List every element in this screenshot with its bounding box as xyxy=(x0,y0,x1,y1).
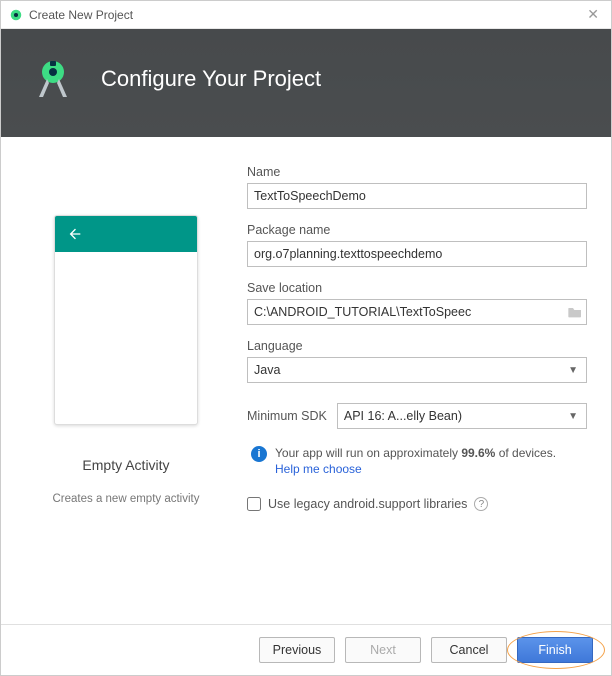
chevron-down-icon: ▼ xyxy=(568,411,578,422)
location-input[interactable] xyxy=(247,299,587,325)
browse-folder-icon[interactable] xyxy=(566,304,584,320)
banner: Configure Your Project xyxy=(1,29,611,137)
location-label: Save location xyxy=(247,281,587,295)
field-location: Save location xyxy=(247,281,587,325)
field-minsdk: Minimum SDK API 16: A...elly Bean) ▼ xyxy=(247,403,587,429)
language-value: Java xyxy=(254,363,280,377)
sdk-info: i Your app will run on approximately 99.… xyxy=(251,445,587,477)
package-label: Package name xyxy=(247,223,587,237)
android-studio-icon xyxy=(9,8,23,22)
language-label: Language xyxy=(247,339,587,353)
close-icon[interactable]: ✕ xyxy=(583,6,603,23)
titlebar: Create New Project ✕ xyxy=(1,1,611,29)
help-me-choose-link[interactable]: Help me choose xyxy=(275,462,362,476)
android-studio-logo-icon xyxy=(29,55,77,103)
legacy-checkbox[interactable] xyxy=(247,497,261,511)
dialog-window: Create New Project ✕ Configure Your Proj… xyxy=(0,0,612,676)
field-package: Package name xyxy=(247,223,587,267)
template-preview xyxy=(54,215,198,425)
name-input[interactable] xyxy=(247,183,587,209)
language-select[interactable]: Java ▼ xyxy=(247,357,587,383)
info-icon: i xyxy=(251,446,267,462)
field-name: Name xyxy=(247,165,587,209)
minsdk-value: API 16: A...elly Bean) xyxy=(344,409,462,423)
minsdk-select[interactable]: API 16: A...elly Bean) ▼ xyxy=(337,403,587,429)
next-button: Next xyxy=(345,637,421,663)
form-column: Name Package name Save location Language xyxy=(247,165,587,624)
finish-button[interactable]: Finish xyxy=(517,637,593,663)
window-title: Create New Project xyxy=(29,8,583,22)
previous-button[interactable]: Previous xyxy=(259,637,335,663)
back-arrow-icon xyxy=(67,226,83,242)
button-bar: Previous Next Cancel Finish xyxy=(1,624,611,675)
minsdk-label: Minimum SDK xyxy=(247,409,327,423)
sdk-info-text: Your app will run on approximately 99.6%… xyxy=(275,445,556,477)
legacy-checkbox-row[interactable]: Use legacy android.support libraries ? xyxy=(247,497,587,511)
preview-appbar xyxy=(55,216,197,252)
field-language: Language Java ▼ xyxy=(247,339,587,383)
package-input[interactable] xyxy=(247,241,587,267)
template-name: Empty Activity xyxy=(82,457,169,473)
banner-title: Configure Your Project xyxy=(101,66,321,92)
chevron-down-icon: ▼ xyxy=(568,365,578,376)
cancel-button[interactable]: Cancel xyxy=(431,637,507,663)
legacy-label: Use legacy android.support libraries xyxy=(268,497,467,511)
help-icon[interactable]: ? xyxy=(474,497,488,511)
content-area: Empty Activity Creates a new empty activ… xyxy=(1,137,611,624)
template-preview-column: Empty Activity Creates a new empty activ… xyxy=(25,165,227,624)
name-label: Name xyxy=(247,165,587,179)
template-description: Creates a new empty activity xyxy=(52,493,199,505)
